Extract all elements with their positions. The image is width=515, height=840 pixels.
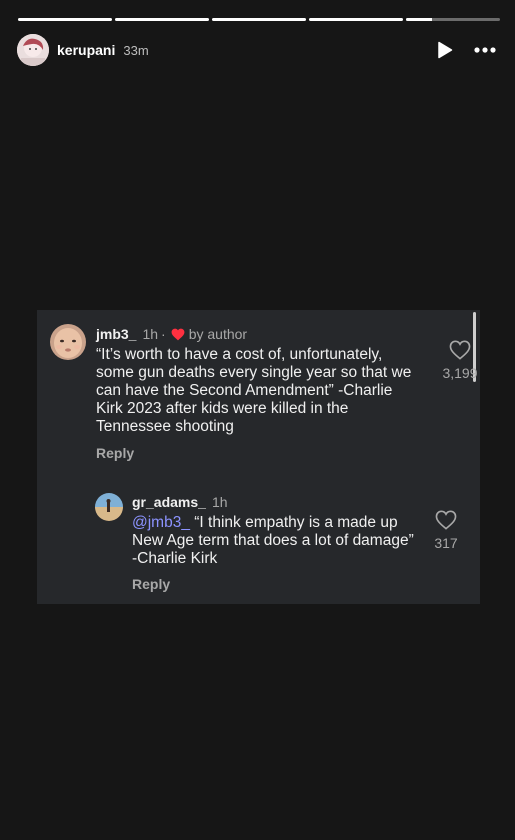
comment-text: “It’s worth to have a cost of, unfortuna… bbox=[96, 346, 412, 435]
reply-button[interactable]: Reply bbox=[132, 576, 170, 592]
comment-username[interactable]: jmb3_ bbox=[96, 326, 136, 342]
story-avatar[interactable] bbox=[17, 34, 49, 66]
progress-segment bbox=[115, 18, 209, 21]
comment-time: 1h bbox=[142, 326, 159, 342]
play-icon[interactable] bbox=[433, 38, 457, 62]
more-icon[interactable] bbox=[473, 38, 497, 62]
heart-outline-icon[interactable] bbox=[449, 340, 471, 363]
story-progress-bar bbox=[18, 18, 500, 21]
progress-segment bbox=[18, 18, 112, 21]
comment-meta: gr_adams_ 1h bbox=[132, 494, 228, 510]
commenter-avatar[interactable] bbox=[50, 324, 86, 360]
reply-button[interactable]: Reply bbox=[96, 445, 134, 461]
progress-segment bbox=[309, 18, 403, 21]
commenter-avatar[interactable] bbox=[95, 493, 123, 521]
meta-separator: · bbox=[161, 326, 166, 342]
progress-segment bbox=[212, 18, 306, 21]
red-heart-icon bbox=[171, 328, 185, 341]
story-username[interactable]: kerupani bbox=[57, 42, 115, 58]
author-like-label: by author bbox=[188, 326, 248, 342]
like-button[interactable]: 317 bbox=[416, 510, 476, 551]
progress-segment bbox=[406, 18, 500, 21]
story-header: kerupani 33m bbox=[17, 33, 497, 67]
story-time: 33m bbox=[123, 42, 149, 58]
heart-outline-icon[interactable] bbox=[435, 510, 457, 533]
comment-meta: jmb3_ 1h · by author bbox=[96, 326, 247, 342]
like-button[interactable]: 3,199 bbox=[430, 340, 490, 381]
comment-text: @jmb3_ “I think empathy is a made up New… bbox=[132, 514, 422, 568]
like-count: 3,199 bbox=[442, 365, 478, 381]
mention-link[interactable]: @jmb3_ bbox=[132, 514, 190, 531]
comment-screenshot: jmb3_ 1h · by author “It’s worth to have… bbox=[37, 310, 480, 604]
like-count: 317 bbox=[434, 535, 458, 551]
comment-username[interactable]: gr_adams_ bbox=[132, 494, 206, 510]
comment-time: 1h bbox=[211, 494, 228, 510]
